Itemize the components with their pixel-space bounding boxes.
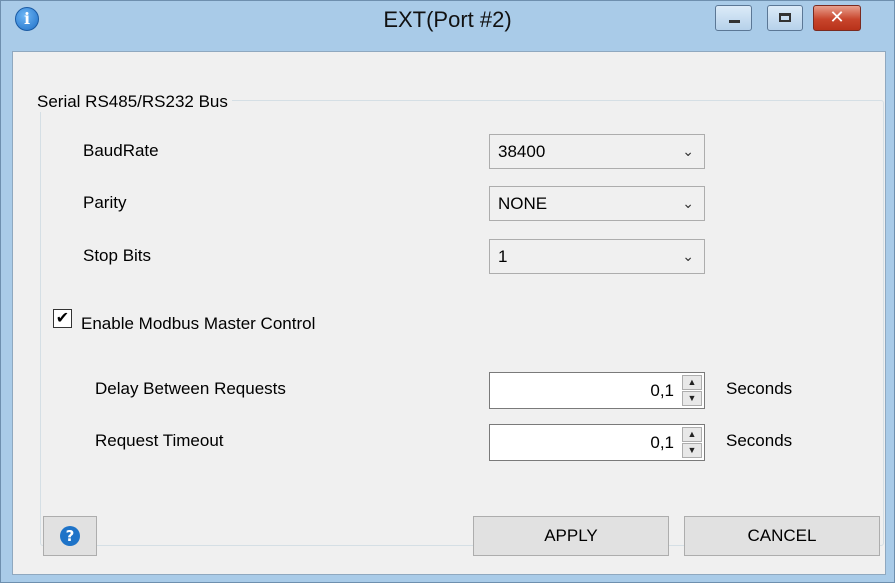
- help-button[interactable]: ?: [43, 516, 97, 556]
- group-title: Serial RS485/RS232 Bus: [33, 92, 232, 112]
- spin-down-button[interactable]: ▼: [682, 443, 702, 458]
- title-bar[interactable]: i EXT(Port #2) ✕: [1, 1, 894, 51]
- enable-modbus-checkbox[interactable]: ✔: [53, 309, 72, 328]
- stop-bits-value: 1: [498, 247, 508, 266]
- close-button[interactable]: ✕: [813, 5, 861, 31]
- chevron-down-icon: ⌄: [682, 248, 694, 264]
- timeout-value: 0,1: [650, 433, 674, 452]
- delay-unit-label: Seconds: [726, 379, 793, 398]
- checkmark-icon: ✔: [55, 310, 70, 327]
- stop-bits-label: Stop Bits: [83, 246, 152, 265]
- delay-spinner[interactable]: 0,1 ▲ ▼: [489, 372, 705, 409]
- baudrate-value: 38400: [498, 142, 546, 161]
- delay-label: Delay Between Requests: [95, 379, 286, 398]
- chevron-down-icon: ⌄: [682, 195, 694, 211]
- spin-down-button[interactable]: ▼: [682, 391, 702, 406]
- parity-label: Parity: [83, 193, 127, 212]
- baudrate-label: BaudRate: [83, 141, 159, 160]
- delay-value: 0,1: [650, 381, 674, 400]
- timeout-unit-label: Seconds: [726, 431, 793, 450]
- chevron-down-icon: ⌄: [682, 143, 694, 159]
- minimize-icon: [729, 20, 740, 23]
- maximize-button[interactable]: [767, 5, 803, 31]
- window-title: EXT(Port #2): [383, 7, 512, 32]
- dialog-window: i EXT(Port #2) ✕ Serial RS485/RS232 Bus …: [0, 0, 895, 583]
- spin-up-button[interactable]: ▲: [682, 427, 702, 442]
- apply-button[interactable]: APPLY: [473, 516, 669, 556]
- timeout-spin-buttons: ▲ ▼: [682, 427, 702, 458]
- delay-spin-buttons: ▲ ▼: [682, 375, 702, 406]
- enable-modbus-label[interactable]: Enable Modbus Master Control: [81, 314, 315, 334]
- spin-up-button[interactable]: ▲: [682, 375, 702, 390]
- maximize-icon: [779, 13, 791, 22]
- dialog-client-area: Serial RS485/RS232 Bus BaudRate 38400 ⌄ …: [12, 51, 886, 575]
- close-icon: ✕: [829, 7, 845, 28]
- timeout-spinner[interactable]: 0,1 ▲ ▼: [489, 424, 705, 461]
- baudrate-combo[interactable]: 38400 ⌄: [489, 134, 705, 169]
- help-icon: ?: [60, 526, 80, 546]
- cancel-button[interactable]: CANCEL: [684, 516, 880, 556]
- parity-value: NONE: [498, 194, 548, 213]
- timeout-label: Request Timeout: [95, 431, 224, 450]
- stop-bits-combo[interactable]: 1 ⌄: [489, 239, 705, 274]
- minimize-button[interactable]: [715, 5, 752, 31]
- parity-combo[interactable]: NONE ⌄: [489, 186, 705, 221]
